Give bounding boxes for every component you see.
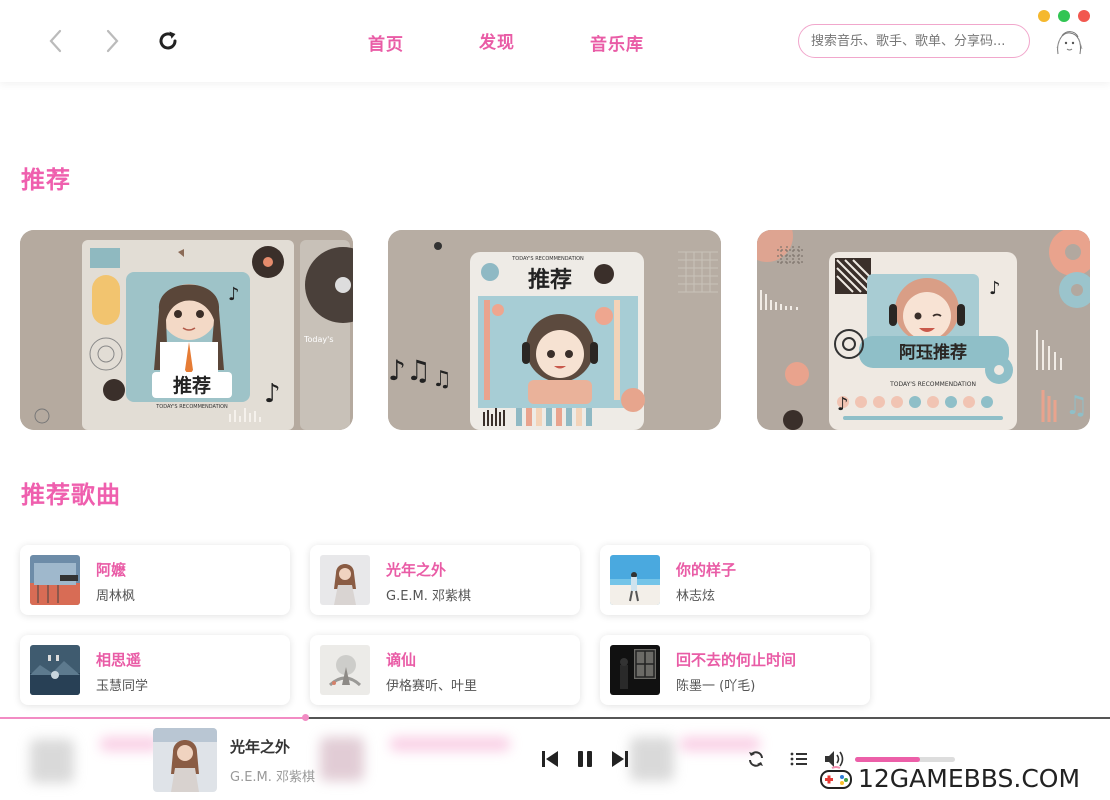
song-card-4[interactable]: 相思遥 玉慧同学 bbox=[20, 635, 290, 705]
song-title-1: 阿嬷 bbox=[96, 561, 127, 579]
top-bar: 首页 发现 音乐库 bbox=[0, 0, 1110, 82]
back-button[interactable] bbox=[41, 26, 71, 56]
svg-text:♪: ♪ bbox=[989, 278, 1001, 299]
pause-icon bbox=[578, 751, 592, 767]
watermark-text: 12GAMEBBS.COM bbox=[858, 764, 1081, 793]
music-app-window: 首页 发现 音乐库 推荐 bbox=[0, 0, 1110, 800]
song-cover-5 bbox=[320, 645, 370, 695]
song-cover-6 bbox=[610, 645, 660, 695]
refresh-button[interactable] bbox=[153, 26, 183, 56]
tab-home[interactable]: 首页 bbox=[368, 30, 404, 55]
song-artist-5: 伊格赛听、叶里 bbox=[386, 679, 478, 694]
recommend-banner-3[interactable]: 阿珏推荐 TODAY'S RECOMMENDATION ♪ ♪ ♫ bbox=[757, 230, 1090, 430]
svg-text:♫: ♫ bbox=[1065, 391, 1088, 421]
avatar-sketch-icon bbox=[1056, 31, 1083, 55]
song-card-1[interactable]: 阿嬷 周林枫 bbox=[20, 545, 290, 615]
song-cover-1 bbox=[30, 555, 80, 605]
banner-2-subtitle: TODAY'S RECOMMENDATION bbox=[511, 256, 584, 262]
minimize-dot[interactable] bbox=[1038, 10, 1050, 22]
now-playing-title: 光年之外 bbox=[230, 738, 291, 756]
player-bg-blur bbox=[390, 737, 510, 751]
song-cover-4 bbox=[30, 645, 80, 695]
maximize-dot[interactable] bbox=[1058, 10, 1070, 22]
song-title-2: 光年之外 bbox=[386, 561, 447, 579]
song-artist-6: 陈墨一 (吖毛) bbox=[676, 679, 756, 694]
now-playing-artist: G.E.M. 邓紫棋 bbox=[230, 770, 316, 785]
refresh-icon bbox=[159, 31, 177, 50]
volume-slider-fill bbox=[855, 757, 920, 762]
tab-discover[interactable]: 发现 bbox=[479, 28, 515, 53]
skip-previous-icon bbox=[542, 751, 558, 767]
svg-text:♫: ♫ bbox=[432, 367, 452, 392]
song-title-5: 谪仙 bbox=[386, 651, 417, 669]
repeat-icon bbox=[749, 751, 763, 767]
playlist-button[interactable] bbox=[788, 748, 810, 770]
song-artist-3: 林志炫 bbox=[676, 589, 716, 604]
chevron-right-icon bbox=[106, 29, 119, 53]
playlist-icon bbox=[790, 752, 807, 766]
previous-button[interactable] bbox=[538, 747, 562, 771]
recommend-banner-2[interactable]: TODAY'S RECOMMENDATION 推荐 ♪♫ ♫ bbox=[388, 230, 721, 430]
tab-library[interactable]: 音乐库 bbox=[590, 30, 644, 55]
svg-text:♪: ♪ bbox=[264, 379, 281, 409]
recommend-banner-1[interactable]: 推荐 TODAY'S RECOMMENDATION Today's ♪ ♪ bbox=[20, 230, 353, 430]
banner-2-title: 推荐 bbox=[528, 267, 572, 293]
song-artist-1: 周林枫 bbox=[96, 589, 136, 604]
repeat-mode-button[interactable] bbox=[745, 748, 767, 770]
player-bg-blur bbox=[30, 739, 74, 783]
banner-1-title: 推荐 bbox=[173, 374, 211, 397]
playback-progress-bar[interactable] bbox=[0, 714, 1110, 721]
gamepad-logo-icon bbox=[820, 766, 852, 789]
close-dot[interactable] bbox=[1078, 10, 1090, 22]
recommend-section-title: 推荐 bbox=[21, 166, 71, 194]
banner-3-subtitle: TODAY'S RECOMMENDATION bbox=[889, 381, 976, 388]
song-artist-4: 玉慧同学 bbox=[96, 679, 149, 694]
player-bg-blur bbox=[100, 737, 160, 751]
user-avatar[interactable] bbox=[1050, 24, 1088, 62]
svg-text:♪♫: ♪♫ bbox=[388, 354, 431, 387]
skip-next-icon bbox=[612, 751, 628, 767]
player-bg-blur bbox=[630, 737, 674, 781]
playback-progress-fill bbox=[0, 717, 306, 719]
song-card-5[interactable]: 谪仙 伊格赛听、叶里 bbox=[310, 635, 580, 705]
song-title-6: 回不去的何止时间 bbox=[676, 651, 797, 669]
banner-3-title: 阿珏推荐 bbox=[899, 342, 967, 363]
now-playing-cover[interactable] bbox=[153, 728, 217, 792]
songs-section-title: 推荐歌曲 bbox=[21, 481, 121, 509]
watermark: 12GAMEBBS.COM bbox=[818, 764, 1080, 794]
song-cover-2 bbox=[320, 555, 370, 605]
song-card-2[interactable]: 光年之外 G.E.M. 邓紫棋 bbox=[310, 545, 580, 615]
banner-1-extra: Today's bbox=[303, 335, 334, 344]
song-title-4: 相思遥 bbox=[96, 651, 142, 669]
song-card-6[interactable]: 回不去的何止时间 陈墨一 (吖毛) bbox=[600, 635, 870, 705]
volume-slider[interactable] bbox=[855, 757, 955, 762]
next-button[interactable] bbox=[608, 747, 632, 771]
banner-1-subtitle: TODAY'S RECOMMENDATION bbox=[155, 404, 228, 410]
chevron-left-icon bbox=[49, 29, 62, 53]
search-input[interactable] bbox=[798, 24, 1030, 58]
forward-button[interactable] bbox=[97, 26, 127, 56]
pause-button[interactable] bbox=[573, 747, 597, 771]
player-bg-blur bbox=[320, 737, 364, 781]
song-card-3[interactable]: 你的样子 林志炫 bbox=[600, 545, 870, 615]
song-artist-2: G.E.M. 邓紫棋 bbox=[386, 589, 472, 604]
song-title-3: 你的样子 bbox=[676, 561, 737, 579]
svg-text:♪: ♪ bbox=[228, 284, 240, 305]
svg-text:♪: ♪ bbox=[837, 394, 849, 415]
song-cover-3 bbox=[610, 555, 660, 605]
